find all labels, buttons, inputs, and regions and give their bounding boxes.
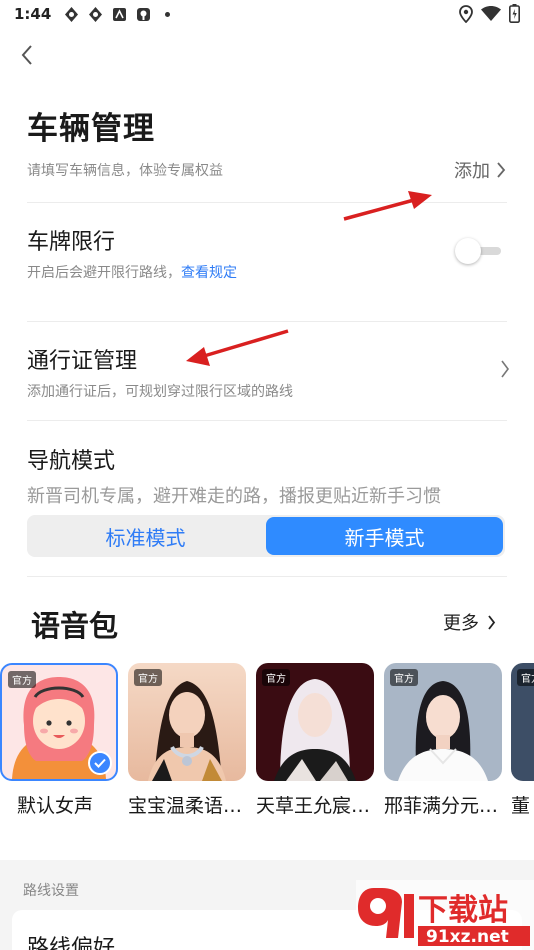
- pass-management-button[interactable]: [500, 360, 510, 382]
- nav-mode-standard[interactable]: 标准模式: [27, 515, 264, 557]
- pass-management-title[interactable]: 通行证管理: [27, 343, 137, 375]
- divider: [27, 321, 507, 322]
- page-title: 车辆管理: [27, 111, 155, 147]
- plate-limit-subtitle: 开启后会避开限行路线，查看规定: [27, 262, 237, 282]
- add-vehicle-label: 添加: [454, 161, 490, 182]
- svg-text:91xz.net: 91xz.net: [426, 927, 509, 947]
- chevron-left-icon: [21, 45, 32, 65]
- voice-more-label: 更多: [443, 613, 479, 634]
- watermark-image: 下载站 91xz.net: [356, 880, 534, 950]
- dot-icon: [159, 6, 176, 23]
- voice-thumbnail: 官方: [511, 663, 534, 781]
- plate-limit-toggle[interactable]: [455, 238, 503, 264]
- voice-pack-title: 语音包: [31, 609, 119, 643]
- add-vehicle-button[interactable]: 添加: [454, 157, 506, 183]
- pass-management-subtitle: 添加通行证后，可规划穿过限行区域的路线: [27, 384, 293, 400]
- nav-mode-title: 导航模式: [27, 449, 116, 474]
- chevron-right-icon: [497, 162, 506, 178]
- app-icon: [111, 6, 128, 23]
- official-badge: 官方: [390, 669, 418, 686]
- voice-thumbnail: 官方: [0, 663, 118, 781]
- official-badge: 官方: [8, 671, 36, 688]
- divider: [27, 420, 507, 421]
- battery-icon: [509, 4, 520, 27]
- chevron-right-icon: [501, 360, 509, 378]
- nav-mode-novice[interactable]: 新手模式: [266, 517, 503, 555]
- voice-card[interactable]: 官方 天草王允宸…: [256, 663, 374, 818]
- app-icon: [135, 6, 152, 23]
- voice-thumbnail: 官方: [384, 663, 502, 781]
- vehicle-subtitle: 请填写车辆信息，体验专属权益: [27, 163, 223, 179]
- voice-name: 董: [511, 795, 531, 817]
- view-rules-link[interactable]: 查看规定: [181, 265, 237, 281]
- route-settings-label: 路线设置: [23, 883, 79, 899]
- voice-card[interactable]: 官方 默认女声: [0, 663, 118, 818]
- nav-mode-subtitle: 新晋司机专属，避开难走的路，播报更贴近新手习惯: [27, 486, 441, 507]
- divider: [27, 202, 507, 203]
- status-bar: 1:44: [0, 0, 534, 28]
- annotation-arrow: [343, 191, 432, 221]
- app-icon: [87, 6, 104, 23]
- voice-thumbnail: 官方: [128, 663, 246, 781]
- voice-pack-list: 官方 默认女声 官方 宝宝温柔语… 官方 天草王允宸… 官方 邢菲满分元… 官 …: [0, 663, 534, 823]
- official-badge: 官方: [262, 669, 290, 686]
- divider: [27, 576, 507, 577]
- selected-check-icon: [88, 751, 112, 775]
- official-badge: 官方: [134, 669, 162, 686]
- voice-thumbnail: 官方: [256, 663, 374, 781]
- voice-name: 默认女声: [17, 795, 94, 817]
- svg-text:下载站: 下载站: [418, 893, 508, 928]
- plate-limit-desc: 开启后会避开限行路线，: [27, 265, 181, 281]
- app-icon: [63, 6, 80, 23]
- status-right: [459, 4, 520, 27]
- voice-card[interactable]: 官方 邢菲满分元…: [384, 663, 502, 818]
- voice-name: 天草王允宸…: [256, 795, 371, 817]
- route-preference-title[interactable]: 路线偏好: [27, 930, 115, 950]
- wifi-icon: [481, 5, 501, 26]
- annotation-arrow: [186, 329, 289, 366]
- chevron-right-icon: [488, 614, 496, 630]
- voice-more-button[interactable]: 更多: [443, 609, 496, 635]
- nav-mode-segmented-control: 标准模式 新手模式: [27, 515, 505, 557]
- watermark-logo: 下载站 91xz.net: [356, 880, 534, 950]
- voice-name: 宝宝温柔语…: [128, 795, 243, 817]
- toggle-knob: [455, 238, 481, 264]
- back-button[interactable]: [12, 40, 42, 70]
- official-badge: 官方: [517, 669, 534, 686]
- voice-card[interactable]: 官方 宝宝温柔语…: [128, 663, 246, 818]
- status-time: 1:44: [14, 5, 52, 23]
- voice-card[interactable]: 官方 董: [511, 663, 534, 818]
- plate-limit-title: 车牌限行: [27, 230, 116, 255]
- voice-name: 邢菲满分元…: [384, 795, 499, 817]
- location-icon: [459, 4, 473, 27]
